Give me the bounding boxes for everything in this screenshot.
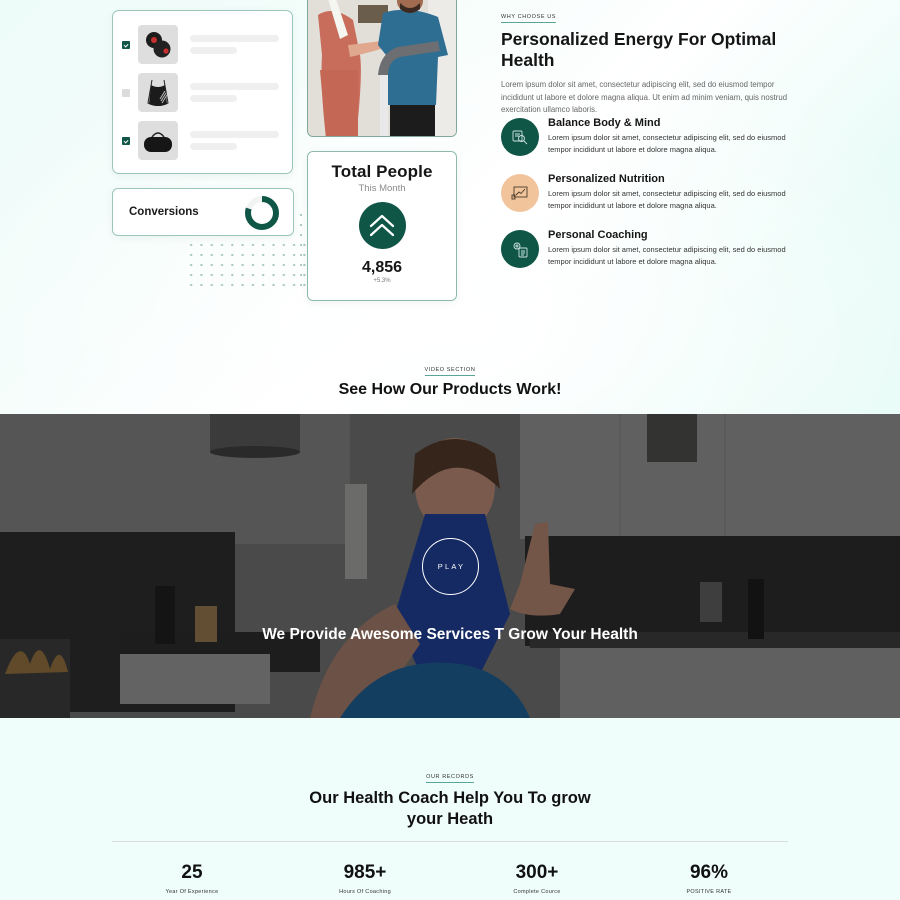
trainer-photo xyxy=(307,0,457,137)
people-card-subtitle: This Month xyxy=(358,183,406,194)
conversions-donut-chart xyxy=(245,196,279,230)
product-row-duffel[interactable] xyxy=(113,121,292,161)
stat-label: Hours Of Coaching xyxy=(339,889,391,895)
play-button[interactable]: PLAY xyxy=(422,538,479,595)
product-row-dumbbells[interactable] xyxy=(113,25,292,65)
section-heading: Personalized Energy For Optimal Health xyxy=(501,29,777,70)
placeholder-line xyxy=(190,143,237,150)
feature-text: Lorem ipsum dolor sit amet, consectetur … xyxy=(548,245,786,266)
feature-personalized-nutrition: Personalized Nutrition Lorem ipsum dolor… xyxy=(501,173,801,214)
stat-courses: 300+ Complete Cource xyxy=(457,862,617,895)
decorative-dots xyxy=(296,210,306,290)
video-section-header: VIDEO SECTION See How Our Products Work! xyxy=(0,358,900,399)
feature-title: Personalized Nutrition xyxy=(548,173,665,185)
feature-title: Personal Coaching xyxy=(548,229,648,241)
people-delta: +5.3% xyxy=(373,278,391,284)
conversions-card: Conversions xyxy=(112,188,294,236)
section-eyebrow: VIDEO SECTION xyxy=(424,367,476,376)
gear-clipboard-icon xyxy=(501,230,539,268)
section-title: See How Our Products Work! xyxy=(338,381,562,398)
stat-value: 300+ xyxy=(515,862,559,883)
feature-text: Lorem ipsum dolor sit amet, consectetur … xyxy=(548,133,786,154)
records-divider xyxy=(112,841,788,842)
people-count: 4,856 xyxy=(361,259,403,276)
stat-label: Complete Cource xyxy=(513,889,561,895)
backpack-image xyxy=(138,73,178,112)
feature-title: Balance Body & Mind xyxy=(548,117,661,129)
stat-positive-rate: 96% POSITIVE RATE xyxy=(629,862,789,895)
total-people-card: Total People This Month 4,856 +5.3% xyxy=(307,151,457,301)
stat-value: 25 xyxy=(181,862,203,883)
placeholder-line xyxy=(190,83,279,90)
section-description: Lorem ipsum dolor sit amet, consectetur … xyxy=(501,80,788,114)
placeholder-line xyxy=(190,35,279,42)
chart-presentation-icon xyxy=(501,174,539,212)
placeholder-line xyxy=(190,47,237,54)
feature-text: Lorem ipsum dolor sit amet, consectetur … xyxy=(548,189,786,210)
feature-personal-coaching: Personal Coaching Lorem ipsum dolor sit … xyxy=(501,229,801,270)
checkbox-checked[interactable] xyxy=(122,137,130,145)
double-chevron-up-icon xyxy=(358,202,406,249)
checkbox-checked[interactable] xyxy=(122,41,130,49)
stat-label: Year Of Experience xyxy=(165,889,219,895)
people-card-title: Total People xyxy=(331,162,433,181)
stat-hours: 985+ Hours Of Coaching xyxy=(285,862,445,895)
video-caption: We Provide Awesome Services T Grow Your … xyxy=(262,626,638,643)
section-eyebrow: WHY CHOOSE US xyxy=(501,14,557,23)
conversions-label: Conversions xyxy=(129,206,199,218)
records-header: OUR RECORDS Our Health Coach Help You To… xyxy=(0,765,900,830)
dumbbell-image xyxy=(138,25,178,64)
duffel-bag-image xyxy=(138,121,178,160)
stat-experience: 25 Year Of Experience xyxy=(112,862,272,895)
placeholder-line xyxy=(190,131,279,138)
placeholder-line xyxy=(190,95,237,102)
stat-value: 985+ xyxy=(343,862,387,883)
stat-value: 96% xyxy=(689,862,729,883)
decorative-dots xyxy=(186,240,306,290)
checkbox-unchecked[interactable] xyxy=(122,89,130,97)
section-eyebrow: OUR RECORDS xyxy=(426,774,474,783)
why-choose-us: WHY CHOOSE US Personalized Energy For Op… xyxy=(501,5,801,117)
product-row-backpack[interactable] xyxy=(113,73,292,113)
feature-balance-body-mind: Balance Body & Mind Lorem ipsum dolor si… xyxy=(501,117,801,158)
product-checklist-card xyxy=(112,10,293,174)
section-title: Our Health Coach Help You To grow your H… xyxy=(309,789,591,828)
play-label: PLAY xyxy=(437,562,466,571)
stat-label: POSITIVE RATE xyxy=(686,889,732,895)
search-document-icon xyxy=(501,118,539,156)
